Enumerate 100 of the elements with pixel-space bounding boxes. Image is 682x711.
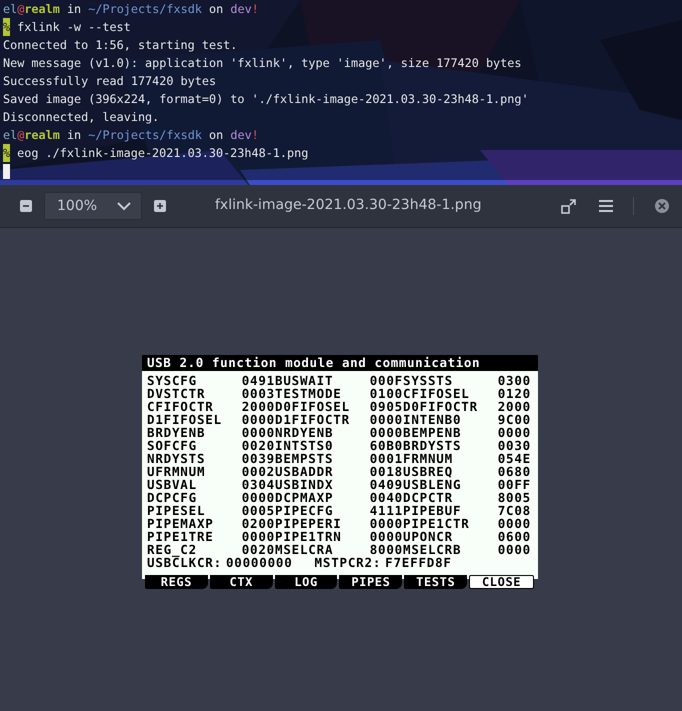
- register-name: PIPEMAXP: [147, 517, 215, 530]
- register-value: 0000: [240, 530, 275, 543]
- register-value: 054E: [496, 452, 531, 465]
- register-name: USBINDX: [275, 478, 334, 491]
- zoom-dropdown[interactable]: 100%: [44, 192, 142, 220]
- register-name: INTSTS0: [275, 439, 334, 452]
- register-name: MSELCRA: [275, 543, 334, 556]
- register-value: 0120: [496, 387, 531, 400]
- prompt-sigil: %: [3, 144, 10, 162]
- register-name: SOFCFG: [147, 439, 198, 452]
- register-name: D0FIFOSEL: [275, 400, 351, 413]
- register-value: 0040: [368, 491, 403, 504]
- register-name: DCPMAXP: [275, 491, 334, 504]
- register-value: 4111: [368, 504, 403, 517]
- function-key[interactable]: LOG: [274, 575, 338, 589]
- register-name: USBVAL: [147, 478, 198, 491]
- register-name: MSELCRB: [403, 543, 462, 556]
- register-name: BEMPENB: [403, 426, 462, 439]
- register-value: 0001: [368, 452, 403, 465]
- register-value: 2000: [240, 400, 275, 413]
- function-key[interactable]: CTX: [210, 575, 273, 589]
- register-value: 0600: [496, 530, 531, 543]
- function-key[interactable]: TESTS: [404, 575, 468, 589]
- register-name: USBCLKCR:: [147, 556, 222, 569]
- register-name: BUSWAIT: [275, 374, 334, 387]
- register-value: 0300: [496, 374, 531, 387]
- output-line: Saved image (396x224, format=0) to './fxlink-image-2021.03.30-23h48-1.png': [3, 91, 529, 108]
- register-value: 0000: [496, 517, 531, 530]
- register-name: PIPEBUF: [403, 504, 462, 517]
- register-value: 0000: [368, 530, 403, 543]
- register-name: REG_C2: [147, 543, 198, 556]
- function-key[interactable]: CLOSE: [469, 575, 534, 589]
- output-line: Successfully read 177420 bytes: [3, 73, 216, 90]
- command-text: eog ./fxlink-image-2021.03.30-23h48-1.png: [17, 145, 308, 162]
- register-name: PIPESEL: [147, 504, 206, 517]
- register-value: 60B0: [368, 439, 403, 452]
- register-name: INTENB0: [403, 413, 462, 426]
- register-name: PIPE1TRE: [147, 530, 215, 543]
- register-value: 00FF: [496, 478, 531, 491]
- register-value: 0000: [496, 543, 531, 556]
- register-name: BRDYENB: [147, 426, 206, 439]
- register-name: CFIFOSEL: [403, 387, 471, 400]
- prompt-sigil: %: [3, 18, 10, 36]
- register-value: 0100: [368, 387, 403, 400]
- register-name: D1FIFOCTR: [275, 413, 351, 426]
- register-value: F7EFFD8F: [385, 556, 452, 569]
- register-value: 0491: [240, 374, 275, 387]
- register-value: 0304: [240, 478, 275, 491]
- register-name: DCPCFG: [147, 491, 198, 504]
- register-name: NRDYENB: [275, 426, 334, 439]
- output-line: New message (v1.0): application 'fxlink', type 'image', size 177420 bytes: [3, 55, 522, 72]
- register-value: 0003: [240, 387, 275, 400]
- output-line: Connected to 1:56, starting test.: [3, 37, 238, 54]
- register-name: NRDYSTS: [147, 452, 206, 465]
- output-line: Disconnected, leaving.: [3, 109, 160, 126]
- register-value: 0905: [368, 400, 403, 413]
- register-value: 0000: [368, 413, 403, 426]
- register-name: USBLENG: [403, 478, 462, 491]
- window-title: fxlink-image-2021.03.30-23h48-1.png: [215, 197, 482, 213]
- register-name: UFRMNUM: [147, 465, 206, 478]
- register-value: 9C00: [496, 413, 531, 426]
- register-value: 0000: [240, 413, 275, 426]
- register-name: BEMPSTS: [275, 452, 334, 465]
- register-name: MSTPCR2:: [314, 556, 382, 569]
- register-value: 2000: [496, 400, 531, 413]
- register-value: 0005: [240, 504, 275, 517]
- register-name: SYSCFG: [147, 374, 198, 387]
- register-name: PIPE1TRN: [275, 530, 343, 543]
- function-key[interactable]: REGS: [145, 575, 208, 589]
- register-value: 0020: [240, 439, 275, 452]
- register-name: BRDYSTS: [403, 439, 462, 452]
- function-key[interactable]: PIPES: [339, 575, 402, 589]
- prompt-line: el@realm in ~/Projects/fxsdk on dev!: [3, 1, 259, 18]
- register-name: D1FIFOSEL: [147, 413, 223, 426]
- register-value: 0030: [496, 439, 531, 452]
- register-name: TESTMODE: [275, 387, 343, 400]
- register-value: 0000: [496, 426, 531, 439]
- register-value: 8005: [496, 491, 531, 504]
- register-value: 0020: [240, 543, 275, 556]
- register-value: 0000: [240, 426, 275, 439]
- register-name: PIPEPERI: [275, 517, 343, 530]
- register-name: USBREQ: [403, 465, 454, 478]
- register-value: 8000: [368, 543, 403, 556]
- register-name: D0FIFOCTR: [403, 400, 479, 413]
- register-value: 0018: [368, 465, 403, 478]
- register-name: DVSTCTR: [147, 387, 206, 400]
- register-value: 0000: [368, 517, 403, 530]
- register-name: PIPECFG: [275, 504, 334, 517]
- register-name: SYSSTS: [403, 374, 454, 387]
- register-value: 00000000: [226, 556, 293, 569]
- register-name: USBADDR: [275, 465, 334, 478]
- register-name: DCPCTR: [403, 491, 454, 504]
- register-value: 0000: [240, 491, 275, 504]
- register-name: FRMNUM: [403, 452, 454, 465]
- register-name: PIPE1CTR: [403, 517, 471, 530]
- register-value: 000F: [368, 374, 403, 387]
- register-value: 0680: [496, 465, 531, 478]
- register-value: 7C08: [496, 504, 531, 517]
- command-text: fxlink -w --test: [17, 19, 131, 36]
- register-value: 0039: [240, 452, 275, 465]
